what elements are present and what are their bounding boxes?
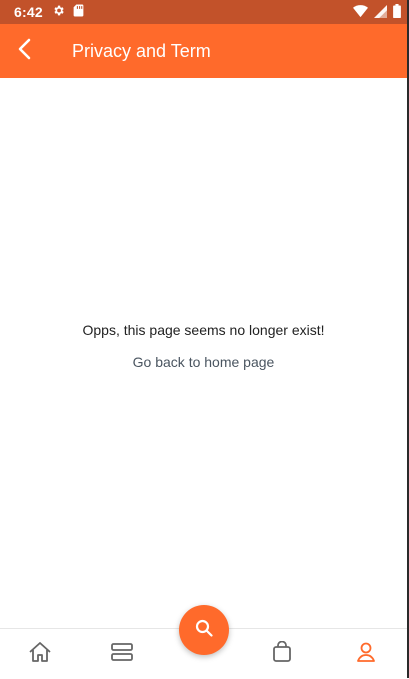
app-bar: Privacy and Term bbox=[0, 24, 407, 78]
go-home-link[interactable]: Go back to home page bbox=[0, 354, 407, 370]
battery-icon bbox=[393, 4, 401, 23]
gear-icon bbox=[52, 4, 65, 22]
status-bar: 6:42 bbox=[0, 0, 407, 24]
search-icon bbox=[194, 618, 214, 643]
home-icon bbox=[28, 641, 52, 668]
content-area: Opps, this page seems no longer exist! G… bbox=[0, 78, 407, 628]
back-arrow-icon bbox=[16, 38, 32, 65]
status-time: 6:42 bbox=[14, 4, 43, 20]
categories-icon bbox=[110, 642, 134, 667]
search-fab-button[interactable] bbox=[179, 605, 229, 655]
bag-icon bbox=[272, 640, 292, 668]
nav-bag[interactable] bbox=[268, 640, 296, 668]
profile-icon bbox=[356, 641, 376, 668]
nav-categories[interactable] bbox=[108, 641, 136, 667]
status-right-icons bbox=[353, 4, 401, 23]
back-button[interactable] bbox=[8, 35, 40, 67]
status-left-icons bbox=[52, 4, 84, 22]
nav-home[interactable] bbox=[26, 641, 54, 667]
page-title: Privacy and Term bbox=[72, 41, 211, 61]
signal-icon bbox=[374, 4, 387, 23]
nav-profile[interactable] bbox=[352, 641, 380, 667]
screen: 6:42 Privacy and Term Opps, this page se… bbox=[0, 0, 409, 679]
error-message: Opps, this page seems no longer exist! bbox=[82, 322, 325, 338]
wifi-icon bbox=[353, 4, 368, 23]
sd-card-icon bbox=[73, 4, 84, 22]
